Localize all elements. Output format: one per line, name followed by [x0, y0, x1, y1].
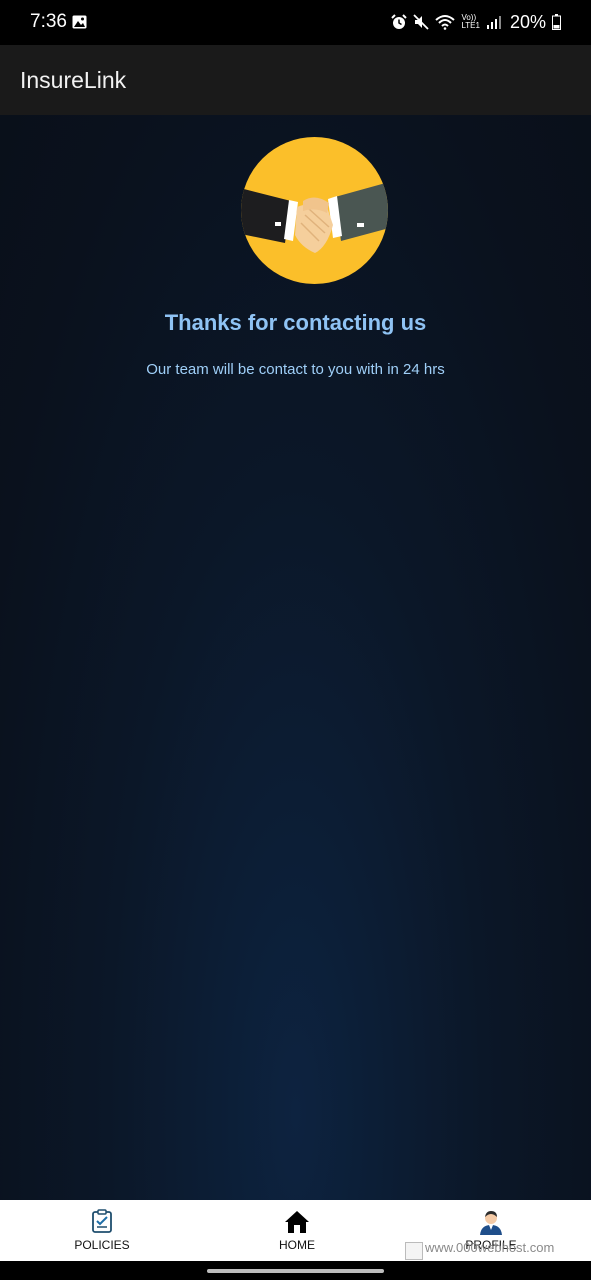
- volte-bottom-label: LTE1: [461, 21, 480, 30]
- alarm-icon: [391, 14, 408, 29]
- app-bar: InsureLink: [0, 45, 591, 115]
- nav-policies-label: POLICIES: [74, 1238, 130, 1252]
- thanks-subtitle: Our team will be contact to you with in …: [146, 361, 445, 378]
- volte-icon: Vo)) LTE1: [461, 14, 480, 30]
- policies-icon: [92, 1209, 112, 1233]
- status-icons: Vo)) LTE1 20%: [391, 10, 561, 34]
- gallery-icon: [72, 15, 87, 29]
- nav-policies[interactable]: POLICIES: [32, 1200, 172, 1261]
- watermark-text: www.000webhost.com: [425, 1240, 555, 1255]
- status-bar: 7:36 Vo)) LTE1 20%: [0, 0, 591, 45]
- nav-home-label: HOME: [279, 1238, 315, 1252]
- app-title: InsureLink: [20, 67, 127, 93]
- home-gesture-handle[interactable]: [207, 1269, 384, 1273]
- profile-icon: [480, 1211, 502, 1235]
- mute-icon: [413, 14, 430, 30]
- battery-text: 20%: [509, 11, 546, 32]
- nav-home[interactable]: HOME: [227, 1200, 367, 1261]
- signal-icon: [486, 16, 501, 29]
- broken-image-icon: [405, 1242, 423, 1260]
- thanks-title: Thanks for contacting us: [164, 310, 427, 335]
- gesture-bar: [0, 1261, 591, 1280]
- hosting-watermark[interactable]: www.000webhost.com: [405, 1240, 585, 1260]
- battery-icon: [552, 14, 561, 30]
- wifi-icon: [435, 15, 456, 30]
- main-content: Thanks for contacting us Our team will b…: [0, 115, 591, 1200]
- home-icon: [285, 1211, 309, 1233]
- handshake-icon: [241, 137, 388, 284]
- status-time: 7:36: [30, 11, 67, 32]
